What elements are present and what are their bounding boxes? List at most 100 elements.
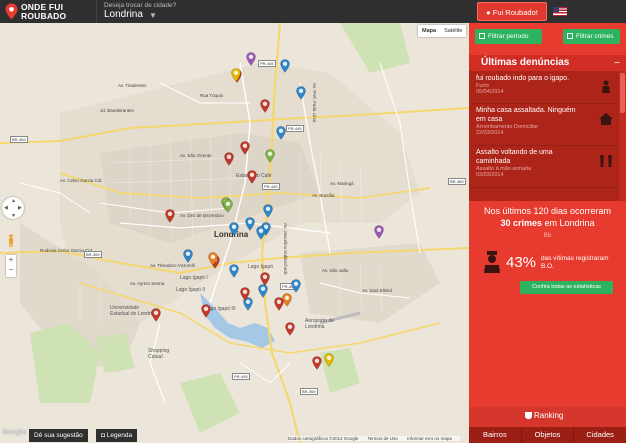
map-type-control[interactable]: Mapa Satélite xyxy=(418,25,467,37)
victim-percentage-text: das vítimas registraram B.O. xyxy=(541,255,609,270)
crime-marker-pin-icon[interactable] xyxy=(258,284,268,298)
legend-button[interactable]: ◘ Legenda xyxy=(96,429,138,442)
pan-down-icon[interactable]: ▼ xyxy=(11,213,16,219)
pan-up-icon[interactable]: ▲ xyxy=(11,198,16,204)
report-item[interactable]: Assalto voltando de uma caminhada Assalt… xyxy=(469,148,619,188)
logo-pin-icon xyxy=(5,3,18,20)
crime-marker-pin-icon[interactable] xyxy=(260,99,270,113)
filter-crimes-label: Filtrar crimes xyxy=(576,33,614,40)
zoom-in-button[interactable]: + xyxy=(6,255,16,265)
map-label-shopping: Shopping Catuaí xyxy=(148,348,170,360)
calendar-icon xyxy=(479,33,485,39)
police-user-icon xyxy=(484,251,500,273)
view-all-stats-button[interactable]: Confira todas as estatísticas xyxy=(520,281,613,294)
report-list[interactable]: fui roubado indo para o igapo. Furto 05/… xyxy=(469,71,626,201)
crime-marker-pin-icon[interactable] xyxy=(247,170,257,184)
pan-right-icon[interactable]: ▶ xyxy=(18,205,22,211)
pan-control[interactable]: ▲ ▼ ◀ ▶ xyxy=(2,197,24,219)
crime-marker-pin-icon[interactable] xyxy=(285,322,295,336)
crime-marker-pin-icon[interactable] xyxy=(224,152,234,166)
crime-marker-pin-icon[interactable] xyxy=(201,304,211,318)
terms-link[interactable]: Termos de Uso xyxy=(368,436,398,441)
map-label-lago2: Lago Igapó II xyxy=(176,287,206,293)
map-label-lago-igapo: Lago Igapó xyxy=(248,264,274,270)
crime-marker-pin-icon[interactable] xyxy=(183,249,193,263)
road-label-saul-elkind: Av. Saul Elkind xyxy=(362,288,392,293)
crime-marker-pin-icon[interactable] xyxy=(374,225,384,239)
street-view-pegman-icon[interactable] xyxy=(8,234,14,247)
map-type-map[interactable]: Mapa xyxy=(418,25,440,37)
zoom-control[interactable]: + − xyxy=(6,255,16,277)
crime-marker-pin-icon[interactable] xyxy=(151,308,161,322)
crime-marker-pin-icon[interactable] xyxy=(263,204,273,218)
stats-line1: Nos últimos 120 dias ocorreram xyxy=(483,206,612,216)
crime-marker-pin-icon[interactable] xyxy=(223,199,233,213)
report-item[interactable]: fui roubado indo para o igapo. Furto 05/… xyxy=(469,74,619,104)
logo[interactable]: ONDE FUI ROUBADO xyxy=(5,2,87,21)
highway-shield: PR-445 xyxy=(286,125,304,132)
scrollbar-thumb[interactable] xyxy=(620,73,625,113)
crime-marker-pin-icon[interactable] xyxy=(324,353,334,367)
filter-period-button-panel[interactable]: Filtrar período xyxy=(475,29,542,44)
chevron-down-icon: ▼ xyxy=(149,11,157,20)
crime-marker-pin-icon[interactable] xyxy=(291,279,301,293)
google-logo: Google xyxy=(2,429,27,436)
crime-marker-pin-icon[interactable] xyxy=(256,226,266,240)
report-desc: Minha casa assaltada. Ninguém em casa xyxy=(476,107,576,123)
victim-percentage: 43% xyxy=(506,254,537,271)
crime-marker-pin-icon[interactable] xyxy=(280,59,290,73)
tab-cidades[interactable]: Cidades xyxy=(574,427,626,443)
road-label-faria-lima: Av. Pref. Faria Lima xyxy=(312,83,317,123)
report-robbery-button[interactable]: ● Fui Roubado! xyxy=(477,2,547,21)
report-list-scrollbar[interactable] xyxy=(619,71,626,201)
crime-marker-pin-icon[interactable] xyxy=(208,252,218,266)
crime-marker-pin-icon[interactable] xyxy=(231,68,241,82)
tab-bairros[interactable]: Bairros xyxy=(469,427,522,443)
stats-line2: 30 crimes em Londrina xyxy=(469,218,626,228)
crime-marker-pin-icon[interactable] xyxy=(229,222,239,236)
highway-shield: BR-369 xyxy=(10,136,28,143)
map-label-airport: Aeroporto de Londrina xyxy=(305,318,334,330)
trophy-icon xyxy=(525,412,532,419)
filter-period-label-panel: Filtrar período xyxy=(488,33,529,40)
crime-marker-pin-icon[interactable] xyxy=(265,149,275,163)
ranking-label: Ranking xyxy=(534,411,564,420)
crime-marker-pin-icon[interactable] xyxy=(276,126,286,140)
crime-marker-pin-icon[interactable] xyxy=(229,264,239,278)
report-desc: fui roubado indo para o igapo. xyxy=(476,75,570,82)
road-label-sao-joao: Av. São João xyxy=(322,268,349,273)
crime-marker-pin-icon[interactable] xyxy=(240,287,250,301)
report-error-link[interactable]: Informar erro no mapa xyxy=(407,436,452,441)
road-label-sao-vicente: Av. São Vicente xyxy=(180,153,212,158)
stats-city: em Londrina xyxy=(544,218,595,228)
crime-marker-pin-icon[interactable] xyxy=(296,86,306,100)
suggestion-label: Dê sua sugestão xyxy=(34,432,83,439)
zoom-out-button[interactable]: − xyxy=(6,265,16,275)
map-type-satellite[interactable]: Satélite xyxy=(440,25,466,37)
crime-marker-pin-icon[interactable] xyxy=(312,356,322,370)
tab-objetos[interactable]: Objetos xyxy=(522,427,575,443)
logo-text: ONDE FUI ROUBADO xyxy=(21,3,66,20)
highway-shield: PR-445 xyxy=(232,373,250,380)
attribution-data: Dados cartográficos ©2014 Google xyxy=(288,436,359,441)
filter-icon xyxy=(567,33,573,39)
pan-left-icon[interactable]: ◀ xyxy=(4,205,8,211)
suggestion-button[interactable]: Dê sua sugestão xyxy=(29,429,88,442)
filter-crimes-button[interactable]: Filtrar crimes xyxy=(563,29,620,44)
crime-marker-pin-icon[interactable] xyxy=(165,209,175,223)
report-desc: Assalto voltando de uma caminhada xyxy=(476,149,553,165)
crime-marker-pin-icon[interactable] xyxy=(245,217,255,231)
us-flag-icon[interactable] xyxy=(553,7,567,16)
ranking-title[interactable]: Ranking xyxy=(525,411,563,420)
crime-marker-pin-icon[interactable] xyxy=(246,52,256,66)
top-bar: ONDE FUI ROUBADO Deseja trocar de cidade… xyxy=(0,0,626,23)
crime-marker-pin-icon[interactable] xyxy=(240,141,250,155)
report-item[interactable]: Minha casa assaltada. Ninguém em casa Ar… xyxy=(469,106,619,146)
road-label-juscelino: Av. Juscelino Kubitscheck xyxy=(283,223,288,275)
map-attribution: Dados cartográficos ©2014 Google Termos … xyxy=(288,436,460,441)
map[interactable]: Mapa Satélite Filtrar período Londrina E… xyxy=(0,23,469,443)
city-selector[interactable]: Deseja trocar de cidade? Londrina ▼ xyxy=(96,0,200,23)
crime-marker-pin-icon[interactable] xyxy=(282,293,292,307)
panel-header: Últimas denúncias − xyxy=(469,55,626,71)
collapse-button[interactable]: − xyxy=(614,58,620,69)
